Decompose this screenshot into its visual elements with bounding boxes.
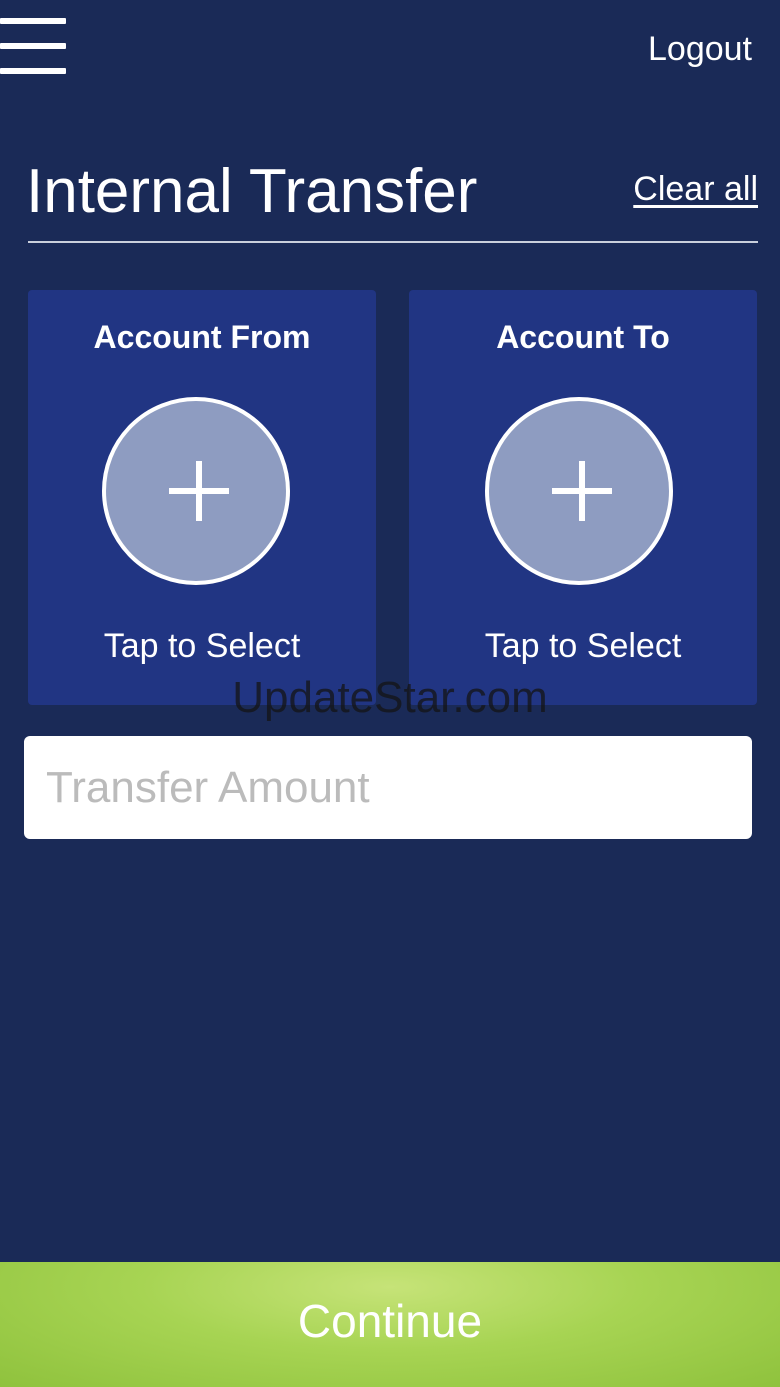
account-to-select-button[interactable] xyxy=(485,397,673,585)
account-to-subtitle: Tap to Select xyxy=(484,627,682,665)
menu-bar-bottom xyxy=(0,68,66,74)
page-title: Internal Transfer xyxy=(26,157,478,226)
menu-bar-middle xyxy=(0,43,66,49)
account-to-title: Account To xyxy=(496,319,670,355)
account-from-select-button[interactable] xyxy=(102,397,290,585)
transfer-amount-input[interactable] xyxy=(24,736,752,839)
title-divider xyxy=(28,241,758,243)
menu-bar-top xyxy=(0,18,66,24)
logout-button[interactable]: Logout xyxy=(648,28,752,70)
account-from-subtitle: Tap to Select xyxy=(103,627,301,665)
clear-all-link[interactable]: Clear all xyxy=(633,168,758,210)
continue-button[interactable]: Continue xyxy=(0,1262,780,1387)
hamburger-menu-icon[interactable] xyxy=(0,18,66,74)
account-from-title: Account From xyxy=(93,319,311,355)
